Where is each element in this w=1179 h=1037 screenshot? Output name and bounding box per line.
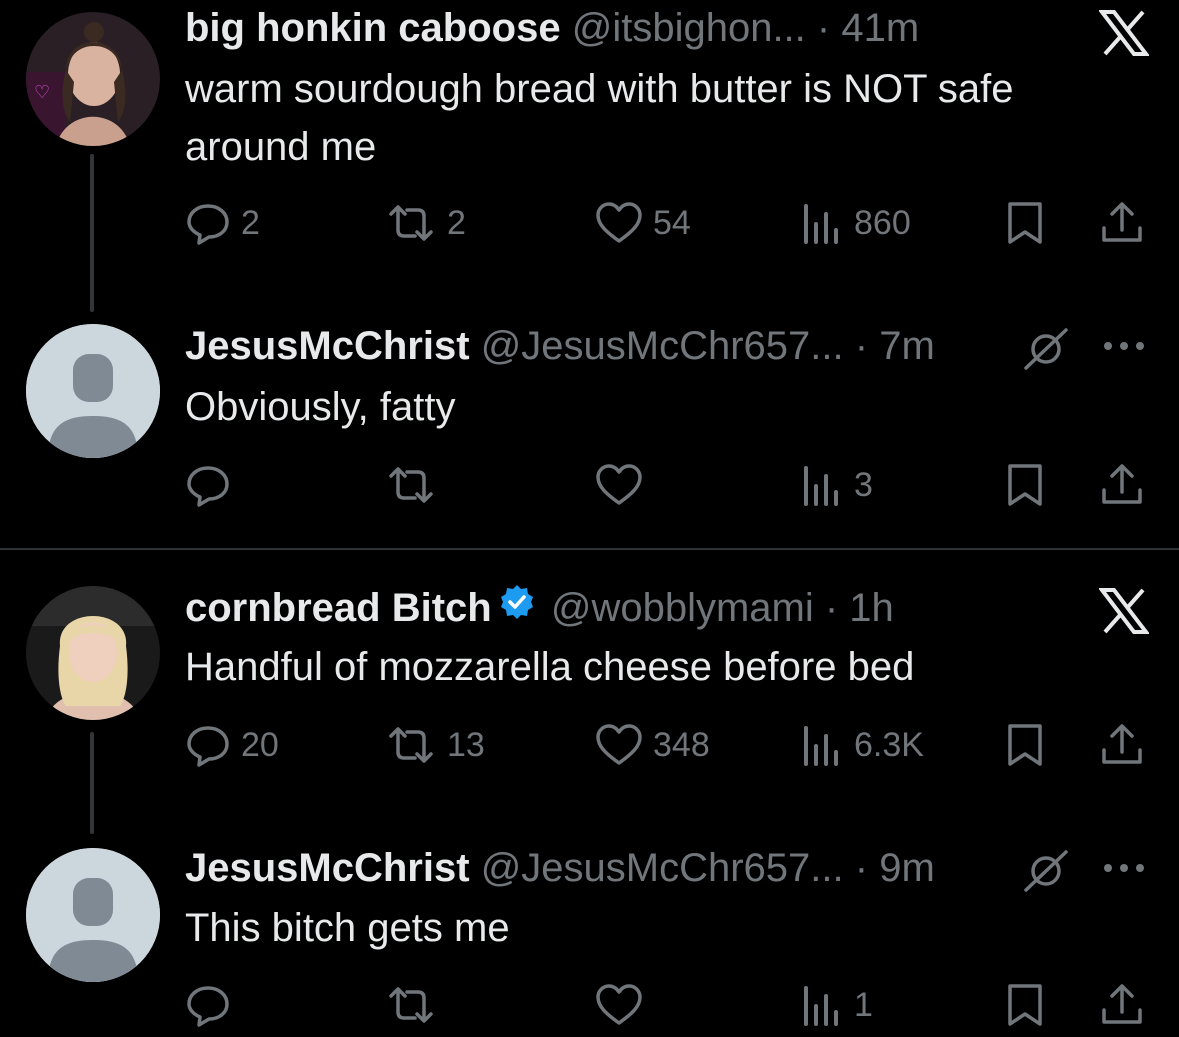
more-options-icon[interactable] xyxy=(1100,336,1148,361)
like-button[interactable]: 348 xyxy=(595,715,710,775)
bookmark-button[interactable] xyxy=(1005,455,1045,515)
avatar[interactable] xyxy=(26,586,160,720)
reply-button[interactable]: 20 xyxy=(185,715,279,775)
avatar[interactable] xyxy=(26,848,160,982)
repost-button[interactable]: 13 xyxy=(385,715,485,775)
tweet-text: This bitch gets me xyxy=(185,906,510,950)
action-bar: 1 xyxy=(185,975,1145,1035)
views-button[interactable]: 1 xyxy=(800,975,873,1035)
grok-icon[interactable] xyxy=(1022,848,1070,899)
handle[interactable]: @itsbighon... xyxy=(572,6,806,50)
display-name[interactable]: JesusMcChrist xyxy=(185,324,470,368)
views-button[interactable]: 860 xyxy=(800,193,911,253)
x-logo-icon xyxy=(1097,10,1151,61)
bookmark-icon xyxy=(1005,722,1045,768)
action-bar: 2 2 54 860 xyxy=(185,193,1145,253)
display-name[interactable]: JesusMcChrist xyxy=(185,846,470,890)
bookmark-button[interactable] xyxy=(1005,193,1045,253)
timestamp[interactable]: · 1h xyxy=(825,586,894,630)
heart-icon xyxy=(595,982,643,1028)
heart-icon xyxy=(595,722,643,768)
reply-icon xyxy=(185,462,231,508)
reply-button[interactable] xyxy=(185,975,241,1035)
bookmark-button[interactable] xyxy=(1005,715,1045,775)
reply-icon xyxy=(185,982,231,1028)
views-icon xyxy=(800,200,844,246)
x-logo-icon xyxy=(1097,588,1151,639)
heart-icon xyxy=(595,200,643,246)
display-name[interactable]: big honkin caboose xyxy=(185,6,561,50)
verified-badge-icon xyxy=(498,583,536,632)
bookmark-icon xyxy=(1005,462,1045,508)
bookmark-button[interactable] xyxy=(1005,975,1045,1035)
share-icon xyxy=(1100,982,1144,1028)
views-count: 6.3K xyxy=(854,725,924,764)
display-name[interactable]: cornbread Bitch xyxy=(185,586,492,630)
thread-line xyxy=(90,154,94,312)
repost-button[interactable]: 2 xyxy=(385,193,466,253)
like-button[interactable]: 54 xyxy=(595,193,691,253)
grok-icon[interactable] xyxy=(1022,326,1070,377)
tweet-header: cornbread Bitch @wobblymami · 1h xyxy=(185,583,894,638)
timestamp[interactable]: · 41m xyxy=(817,6,919,50)
views-icon xyxy=(800,722,844,768)
tweet-header: JesusMcChrist @JesusMcChr657... · 7m xyxy=(185,322,935,370)
views-icon xyxy=(800,982,844,1028)
reply-button[interactable]: 2 xyxy=(185,193,260,253)
share-icon xyxy=(1100,200,1144,246)
handle[interactable]: @wobblymami xyxy=(551,586,814,630)
more-options-icon[interactable] xyxy=(1100,858,1148,883)
repost-icon xyxy=(385,462,437,508)
handle[interactable]: @JesusMcChr657... xyxy=(481,324,844,368)
views-count: 1 xyxy=(854,985,873,1024)
share-icon xyxy=(1100,462,1144,508)
avatar[interactable]: ♡ xyxy=(26,12,160,146)
repost-count: 2 xyxy=(447,203,466,242)
reply-icon xyxy=(185,722,231,768)
reply-icon xyxy=(185,200,231,246)
like-count: 54 xyxy=(653,203,691,242)
repost-icon xyxy=(385,722,437,768)
repost-count: 13 xyxy=(447,725,485,764)
action-bar: 3 xyxy=(185,455,1145,515)
svg-text:♡: ♡ xyxy=(34,82,50,103)
bookmark-icon xyxy=(1005,200,1045,246)
share-button[interactable] xyxy=(1100,455,1144,515)
tweet-text: warm sourdough bread with butter is NOT … xyxy=(185,67,1014,169)
repost-icon xyxy=(385,200,437,246)
avatar[interactable] xyxy=(26,324,160,458)
views-button[interactable]: 3 xyxy=(800,455,873,515)
views-icon xyxy=(800,462,844,508)
like-count: 348 xyxy=(653,725,710,764)
timestamp[interactable]: · 7m xyxy=(855,324,935,368)
share-icon xyxy=(1100,722,1144,768)
views-count: 860 xyxy=(854,203,911,242)
repost-button[interactable] xyxy=(385,975,447,1035)
repost-button[interactable] xyxy=(385,455,447,515)
share-button[interactable] xyxy=(1100,975,1144,1035)
bookmark-icon xyxy=(1005,982,1045,1028)
reply-count: 2 xyxy=(241,203,260,242)
tweet-text: Obviously, fatty xyxy=(185,385,456,429)
like-button[interactable] xyxy=(595,455,653,515)
share-button[interactable] xyxy=(1100,715,1144,775)
heart-icon xyxy=(595,462,643,508)
timestamp[interactable]: · 9m xyxy=(855,846,935,890)
thread-line xyxy=(90,732,94,834)
divider xyxy=(0,548,1179,550)
handle[interactable]: @JesusMcChr657... xyxy=(481,846,844,890)
views-count: 3 xyxy=(854,465,873,504)
views-button[interactable]: 6.3K xyxy=(800,715,924,775)
tweet-header: big honkin caboose @itsbighon... · 41m xyxy=(185,4,919,52)
tweet-header: JesusMcChrist @JesusMcChr657... · 9m xyxy=(185,844,935,892)
reply-button[interactable] xyxy=(185,455,241,515)
repost-icon xyxy=(385,982,437,1028)
share-button[interactable] xyxy=(1100,193,1144,253)
reply-count: 20 xyxy=(241,725,279,764)
action-bar: 20 13 348 6.3K xyxy=(185,715,1145,775)
tweet-text: Handful of mozzarella cheese before bed xyxy=(185,645,915,689)
like-button[interactable] xyxy=(595,975,653,1035)
